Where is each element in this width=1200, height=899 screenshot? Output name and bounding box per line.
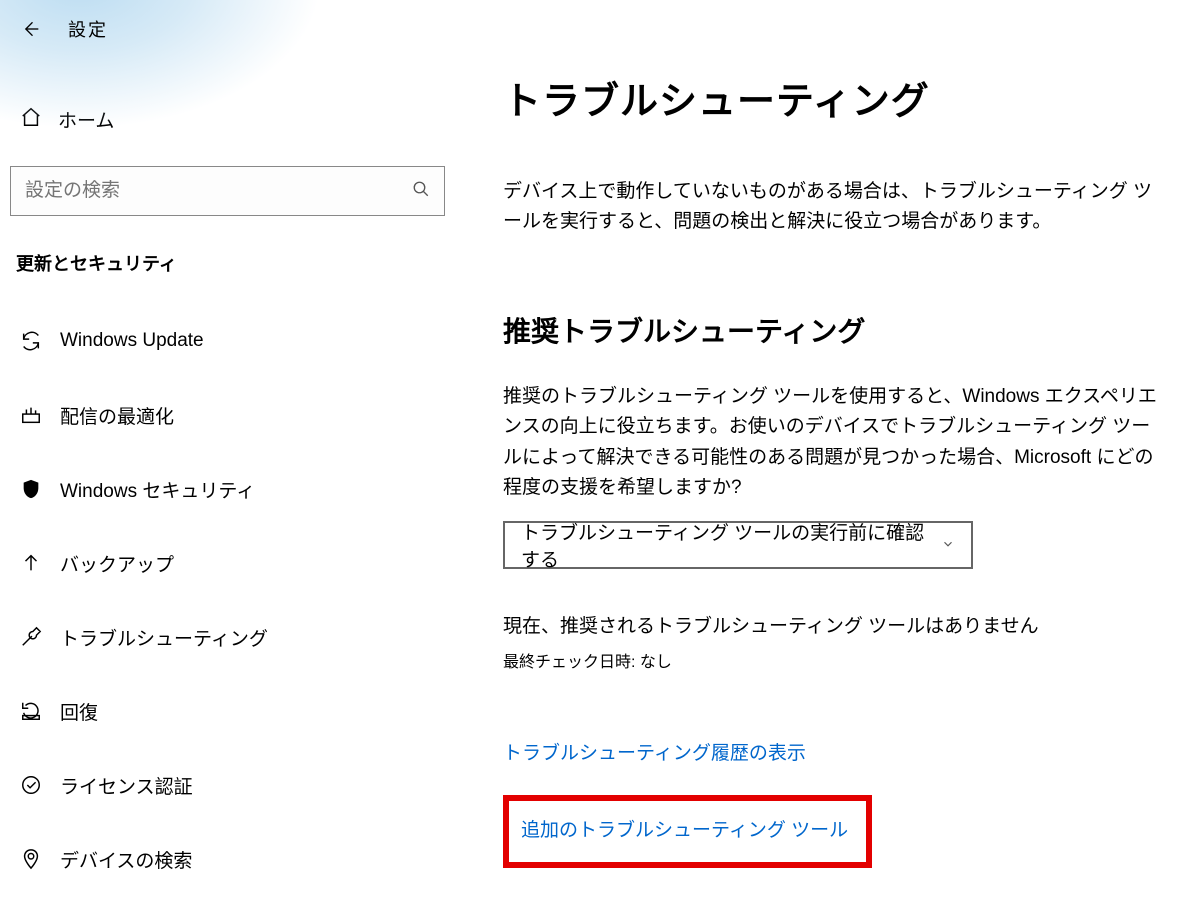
sidebar-item-delivery-optimization[interactable]: 配信の最適化 [0, 378, 455, 452]
sidebar-item-label: Windows セキュリティ [60, 476, 255, 503]
page-title: トラブルシューティング [503, 70, 1158, 125]
sidebar-item-label: ライセンス認証 [60, 772, 193, 799]
search-input[interactable] [25, 180, 412, 202]
main-content: トラブルシューティング デバイス上で動作していないものがある場合は、トラブルシュ… [455, 0, 1200, 899]
chevron-down-icon [941, 537, 955, 554]
additional-tools-highlight: 追加のトラブルシューティング ツール [503, 795, 872, 868]
page-description: デバイス上で動作していないものがある場合は、トラブルシューティング ツールを実行… [503, 177, 1158, 238]
view-history-link[interactable]: トラブルシューティング履歴の表示 [503, 738, 806, 765]
sidebar-item-label: Windows Update [60, 330, 204, 352]
sidebar-item-windows-update[interactable]: Windows Update [0, 304, 455, 378]
sidebar-item-backup[interactable]: バックアップ [0, 526, 455, 600]
refresh-icon [18, 330, 44, 352]
troubleshoot-preference-dropdown[interactable]: トラブルシューティング ツールの実行前に確認する [503, 521, 973, 569]
sidebar: 設定 ホーム 更新とセキュリティ [0, 0, 455, 899]
sidebar-item-windows-security[interactable]: Windows セキュリティ [0, 452, 455, 526]
home-icon [20, 106, 44, 133]
no-recommended-text: 現在、推奨されるトラブルシューティング ツールはありません [503, 611, 1158, 638]
sidebar-item-activation[interactable]: ライセンス認証 [0, 748, 455, 822]
recommended-heading: 推奨トラブルシューティング [503, 310, 1158, 350]
sidebar-item-label: 回復 [60, 698, 98, 725]
recommended-description: 推奨のトラブルシューティング ツールを使用すると、Windows エクスペリエン… [503, 382, 1158, 504]
find-device-icon [18, 848, 44, 870]
sidebar-item-troubleshoot[interactable]: トラブルシューティング [0, 600, 455, 674]
home-nav[interactable]: ホーム [0, 90, 455, 148]
section-label: 更新とセキュリティ [0, 250, 455, 276]
arrow-left-icon [20, 19, 40, 39]
search-icon [412, 180, 430, 203]
delivery-icon [18, 404, 44, 426]
sidebar-item-label: トラブルシューティング [60, 624, 268, 651]
backup-icon [18, 552, 44, 574]
home-label: ホーム [58, 106, 114, 133]
dropdown-selected: トラブルシューティング ツールの実行前に確認する [521, 518, 941, 572]
sidebar-item-label: 配信の最適化 [60, 402, 174, 429]
window-title: 設定 [68, 16, 108, 42]
check-circle-icon [18, 774, 44, 796]
header: 設定 [0, 0, 455, 58]
sidebar-item-label: バックアップ [60, 550, 174, 577]
wrench-icon [18, 626, 44, 648]
shield-icon [18, 478, 44, 500]
last-checked-text: 最終チェック日時: なし [503, 648, 1158, 672]
sidebar-item-find-my-device[interactable]: デバイスの検索 [0, 822, 455, 896]
additional-troubleshooters-link[interactable]: 追加のトラブルシューティング ツール [521, 820, 848, 841]
nav: Windows Update 配信の最適化 Windows セキュリテ [0, 304, 455, 896]
sidebar-item-recovery[interactable]: 回復 [0, 674, 455, 748]
back-button[interactable] [10, 9, 50, 49]
search-box[interactable] [10, 166, 445, 216]
sidebar-item-label: デバイスの検索 [60, 846, 192, 873]
recovery-icon [18, 700, 44, 722]
